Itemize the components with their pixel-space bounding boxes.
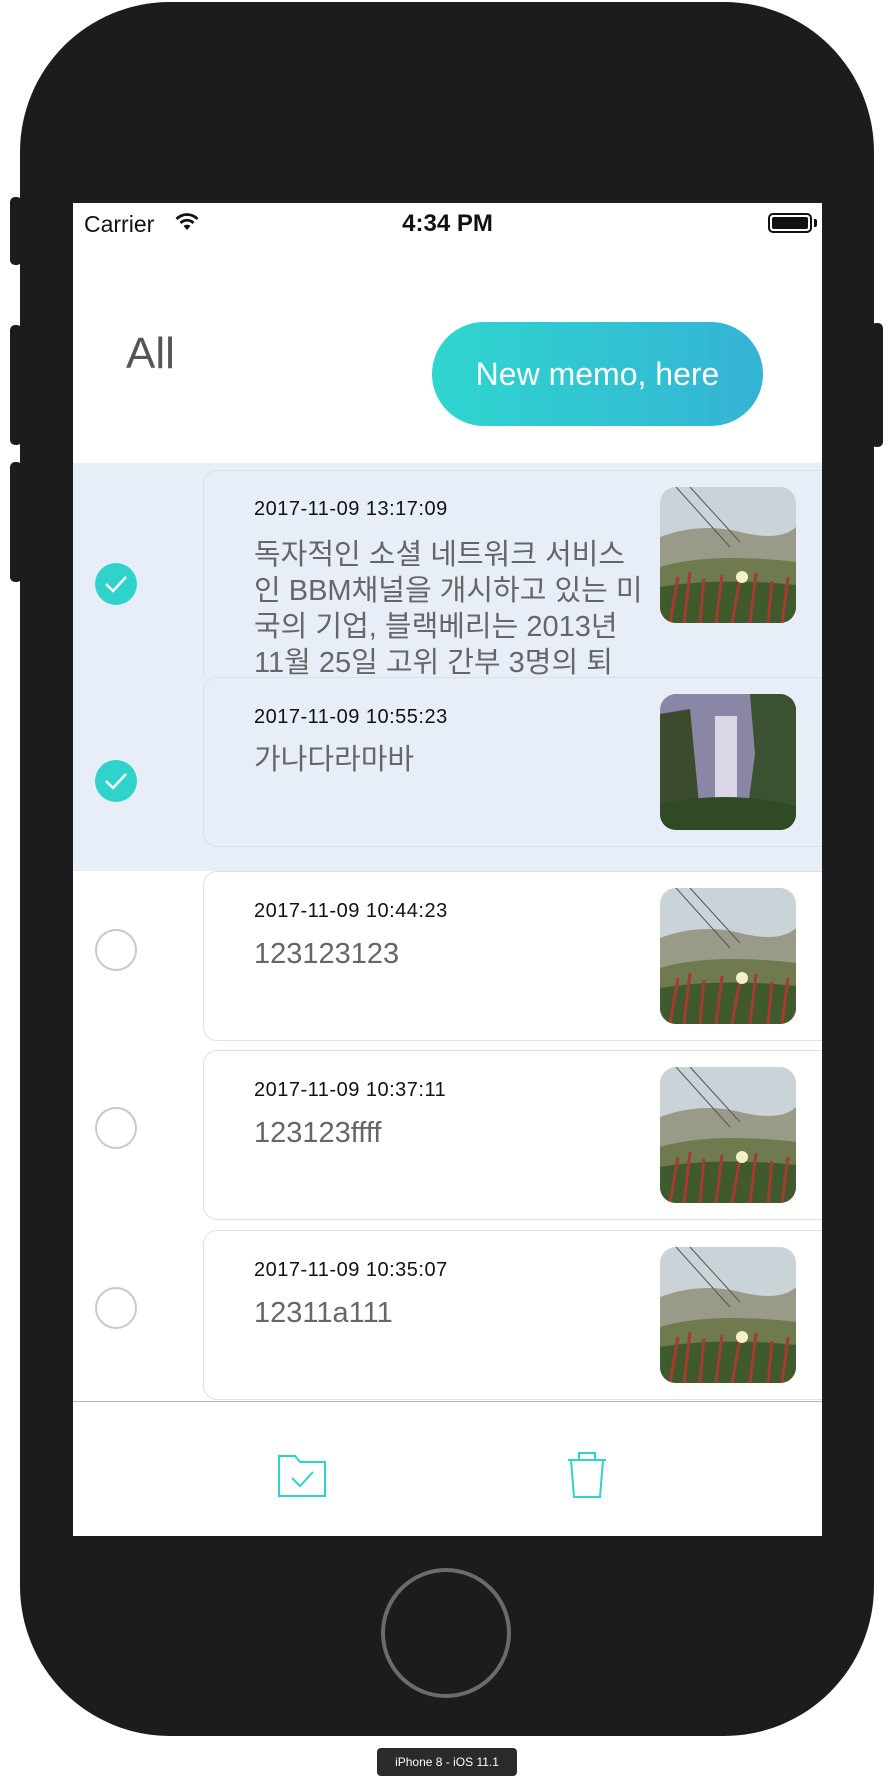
memo-thumbnail <box>660 888 796 1024</box>
memo-card[interactable]: 2017-11-09 13:17:09 독자적인 소셜 네트워크 서비스인 BB… <box>203 470 822 696</box>
home-button[interactable] <box>381 1568 511 1698</box>
trash-icon[interactable] <box>557 1444 617 1504</box>
memo-text: 독자적인 소셜 네트워크 서비스인 BBM채널을 개시하고 있는 미국의 기업,… <box>254 539 643 679</box>
volume-down-button <box>10 462 22 582</box>
memo-card[interactable]: 2017-11-09 10:35:07 12311a111 <box>203 1230 822 1400</box>
clock: 4:34 PM <box>402 210 493 237</box>
power-button <box>871 323 883 447</box>
memo-row[interactable]: 2017-11-09 10:44:23 123123123 <box>73 871 822 1049</box>
bottom-toolbar <box>73 1401 822 1536</box>
memo-thumbnail <box>660 487 796 623</box>
battery-icon <box>768 213 812 233</box>
memo-card[interactable]: 2017-11-09 10:55:23 가나다라마바 <box>203 677 822 847</box>
memo-date: 2017-11-09 10:35:07 <box>254 1259 448 1281</box>
memo-text: 123123123 <box>254 938 400 970</box>
memo-row[interactable]: 2017-11-09 10:55:23 가나다라마바 <box>73 677 822 871</box>
memo-card[interactable]: 2017-11-09 10:44:23 123123123 <box>203 871 822 1041</box>
volume-up-button <box>10 325 22 445</box>
checkbox-unchecked[interactable] <box>95 1287 137 1329</box>
checkbox-unchecked[interactable] <box>95 1107 137 1149</box>
memo-thumbnail <box>660 694 796 830</box>
memo-card[interactable]: 2017-11-09 10:37:11 123123ffff <box>203 1050 822 1220</box>
memo-thumbnail <box>660 1247 796 1383</box>
checkbox-checked[interactable] <box>95 760 137 802</box>
memo-date: 2017-11-09 13:17:09 <box>254 498 448 520</box>
memo-date: 2017-11-09 10:44:23 <box>254 900 448 922</box>
checkbox-unchecked[interactable] <box>95 929 137 971</box>
memo-text: 123123ffff <box>254 1117 382 1149</box>
memo-date: 2017-11-09 10:37:11 <box>254 1079 447 1101</box>
memo-row[interactable]: 2017-11-09 10:35:07 12311a111 <box>73 1230 822 1403</box>
mute-switch <box>10 197 22 265</box>
folder-title[interactable]: All <box>126 329 175 379</box>
memo-row[interactable]: 2017-11-09 10:37:11 123123ffff <box>73 1050 822 1228</box>
memo-date: 2017-11-09 10:55:23 <box>254 706 448 728</box>
battery-tip <box>814 219 817 227</box>
memo-list[interactable]: 2017-11-09 13:17:09 독자적인 소셜 네트워크 서비스인 BB… <box>73 463 822 1403</box>
memo-thumbnail <box>660 1067 796 1203</box>
memo-row[interactable]: 2017-11-09 13:17:09 독자적인 소셜 네트워크 서비스인 BB… <box>73 463 822 696</box>
folder-check-icon[interactable] <box>273 1444 333 1504</box>
simulator-device-label: iPhone 8 - iOS 11.1 <box>377 1748 517 1776</box>
memo-text: 12311a111 <box>254 1297 393 1329</box>
memo-text: 가나다라마바 <box>254 744 415 776</box>
status-bar: Carrier 4:34 PM <box>73 203 822 243</box>
new-memo-button[interactable]: New memo, here <box>432 322 763 426</box>
checkbox-checked[interactable] <box>95 563 137 605</box>
app-screen: Carrier 4:34 PM All New memo, here 2017-… <box>73 203 822 1536</box>
